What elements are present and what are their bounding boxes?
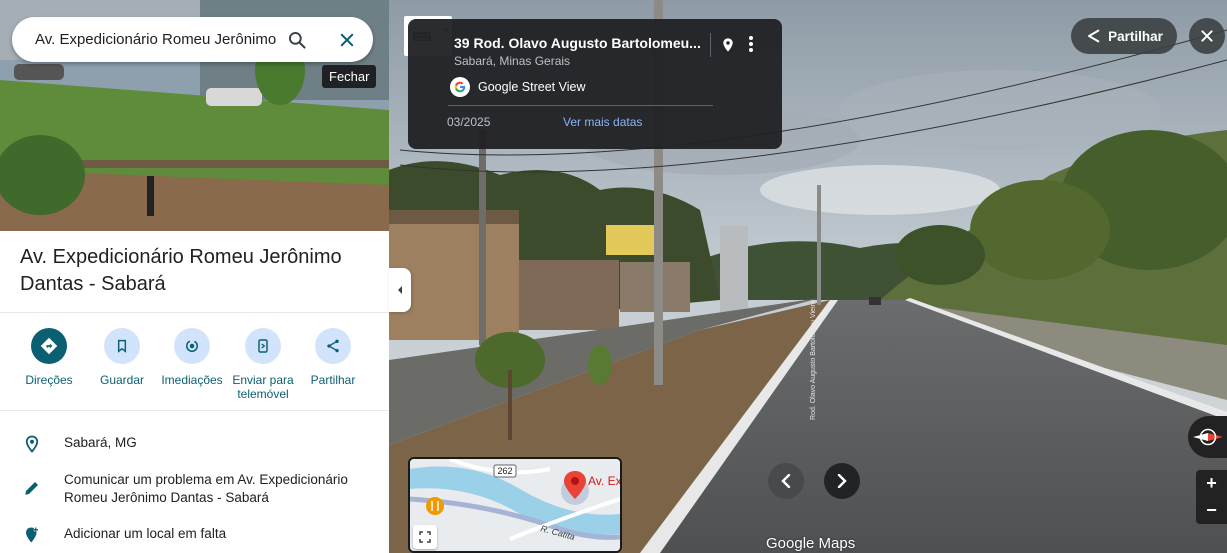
- nearby-label: Imediações: [161, 373, 223, 387]
- minimap[interactable]: 262 Av. Ex Rome R. Catita: [408, 457, 622, 553]
- pencil-icon: [0, 471, 64, 507]
- minimap-place-label: Av. Ex Rome: [588, 474, 620, 488]
- zoom-control: + −: [1196, 470, 1227, 524]
- nearby-button[interactable]: Imediações: [154, 328, 230, 387]
- share-label: Partilhar: [1108, 28, 1163, 44]
- add-missing-place-text: Adicionar um local em falta: [64, 526, 227, 541]
- provider-label: Google Street View: [478, 80, 586, 94]
- place-panel: Fechar Av. Expedicionário Romeu Jerônimo…: [0, 0, 389, 553]
- search-icon[interactable]: [284, 27, 310, 53]
- share-icon: [1088, 29, 1100, 43]
- nearby-icon: [174, 328, 210, 364]
- compass-button[interactable]: [1188, 416, 1227, 458]
- directions-icon: [31, 328, 67, 364]
- restaurant-marker[interactable]: [426, 497, 444, 515]
- street-view-provider: Google Street View: [450, 77, 585, 97]
- expand-icon: [419, 531, 431, 543]
- search-input[interactable]: [35, 31, 280, 48]
- add-location-icon: [0, 525, 64, 545]
- send-to-phone-button[interactable]: Enviar para telemóvel: [225, 328, 301, 401]
- place-title: Av. Expedicionário Romeu Jerônimo Dantas…: [20, 246, 342, 295]
- road-marking-text: Rod. Olavo Augusto Bartolomeu Vieira: [810, 300, 817, 420]
- bookmark-icon: [104, 328, 140, 364]
- add-missing-place-row[interactable]: Adicionar um local em falta: [0, 525, 389, 545]
- collapse-panel-button[interactable]: [389, 268, 411, 312]
- street-view-info-card: 39 Rod. Olavo Augusto Bartolomeu... Saba…: [408, 19, 782, 149]
- compass-icon: [1192, 428, 1223, 446]
- send-to-phone-label: Enviar para telemóvel: [232, 373, 294, 401]
- send-to-phone-icon: [245, 328, 281, 364]
- next-button[interactable]: [824, 463, 860, 499]
- street-view-city: Sabará, Minas Gerais: [454, 54, 571, 68]
- share-place-label: Partilhar: [310, 373, 356, 387]
- map-pin-icon[interactable]: [720, 35, 736, 60]
- more-options-icon[interactable]: [748, 35, 754, 58]
- caret-left-icon: [398, 286, 402, 294]
- save-button[interactable]: Guardar: [84, 328, 160, 387]
- zoom-out-button[interactable]: −: [1196, 497, 1227, 524]
- address-row[interactable]: Sabará, MG: [0, 434, 389, 454]
- route-shield-label: 262: [497, 466, 512, 476]
- google-logo-icon: [450, 77, 470, 97]
- share-button[interactable]: Partilhar: [1071, 18, 1177, 54]
- divider: [0, 410, 389, 411]
- location-pin-icon: [0, 434, 64, 454]
- divider: [0, 312, 389, 313]
- divider: [448, 105, 713, 106]
- search-box: [12, 17, 373, 62]
- close-icon[interactable]: [334, 27, 360, 53]
- directions-label: Direções: [25, 373, 73, 387]
- report-problem-text: Comunicar um problema em Av. Expedicioná…: [64, 472, 348, 505]
- save-label: Guardar: [99, 373, 145, 387]
- close-street-view-button[interactable]: [1189, 18, 1225, 54]
- close-tooltip: Fechar: [322, 65, 377, 88]
- previous-button[interactable]: [768, 463, 804, 499]
- expand-minimap-button[interactable]: [413, 525, 437, 549]
- share-icon: [315, 328, 351, 364]
- street-view-address: 39 Rod. Olavo Augusto Bartolomeu...: [454, 35, 701, 51]
- divider: [710, 33, 711, 57]
- report-problem-row[interactable]: Comunicar um problema em Av. Expedicioná…: [0, 471, 389, 507]
- more-dates-link[interactable]: Ver mais datas: [563, 115, 642, 129]
- chevron-right-icon: [837, 474, 847, 488]
- google-maps-logo: Google Maps: [766, 535, 856, 552]
- chevron-left-icon: [781, 474, 791, 488]
- address-text: Sabará, MG: [64, 435, 137, 450]
- share-place-button[interactable]: Partilhar: [295, 328, 371, 387]
- directions-button[interactable]: Direções: [11, 328, 87, 387]
- capture-date: 03/2025: [447, 115, 491, 129]
- zoom-in-button[interactable]: +: [1196, 470, 1227, 497]
- close-icon: [1201, 30, 1213, 42]
